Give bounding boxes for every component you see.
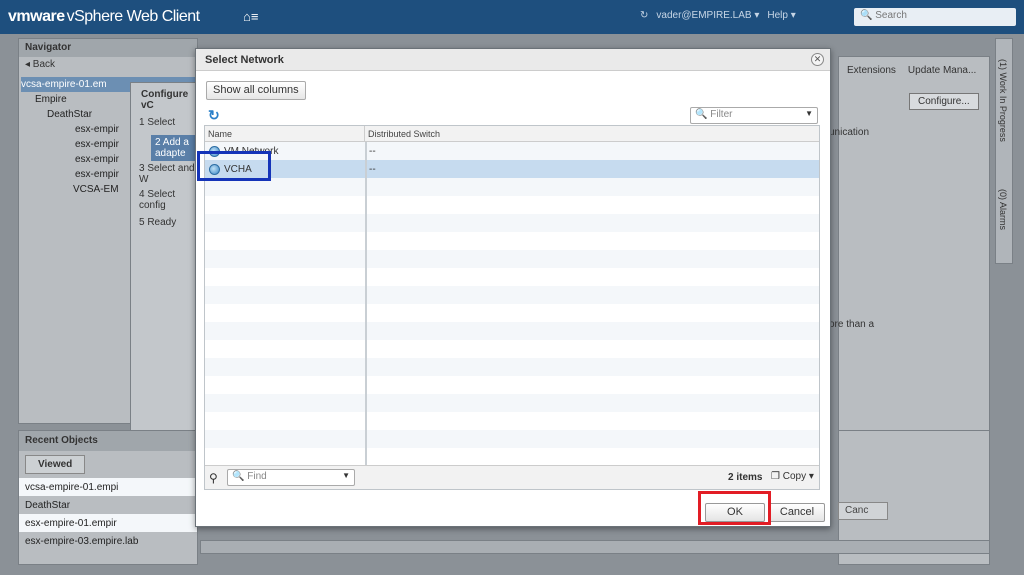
work-in-progress-tab[interactable]: (1) Work In Progress — [998, 59, 1008, 142]
find-placeholder: Find — [247, 471, 267, 482]
highlight-box-ok — [698, 491, 771, 525]
chevron-down-icon[interactable]: ▼ — [805, 109, 813, 118]
wizard-title: Configure vC — [141, 89, 189, 111]
refresh-icon[interactable]: ↻ — [208, 107, 220, 124]
table-row-selected[interactable]: VCHA -- — [205, 160, 819, 178]
empty-row — [205, 178, 819, 196]
items-count: 2 items — [728, 472, 763, 483]
empty-row — [205, 268, 819, 286]
highlight-box-vcha — [197, 151, 271, 181]
back-button[interactable]: ◂ Back — [19, 57, 197, 73]
empty-row — [205, 340, 819, 358]
alarms-tab[interactable]: (0) Alarms — [998, 189, 1008, 230]
empty-row — [205, 430, 819, 448]
wizard-step: 1 Select — [139, 117, 176, 128]
copy-label: Copy ▾ — [782, 471, 814, 482]
background-cancel-button: Canc — [838, 502, 888, 520]
logo-product: vSphere Web Client — [66, 8, 201, 25]
search-icon: 🔍 — [695, 109, 708, 120]
column-header-switch[interactable]: Distributed Switch — [365, 126, 443, 141]
right-tabs: Extensions Update Mana... — [839, 57, 989, 84]
copy-icon: ❐ — [771, 471, 780, 482]
close-icon[interactable]: ✕ — [811, 53, 824, 66]
empty-row — [205, 394, 819, 412]
binoculars-icon[interactable]: ⚲ — [209, 471, 218, 485]
grid-footer: ⚲ 🔍 Find ▼ 2 items ❐ Copy ▾ — [205, 465, 819, 489]
wizard-step-current: 2 Add a adapte — [151, 135, 201, 161]
empty-row — [205, 232, 819, 250]
grid-body: VM Network -- VCHA -- — [205, 142, 819, 482]
tab-viewed[interactable]: Viewed — [25, 455, 86, 474]
configure-button[interactable]: Configure... — [909, 93, 979, 110]
filter-placeholder: Filter — [710, 109, 733, 120]
empty-row — [205, 196, 819, 214]
wizard-step: 3 Select and W — [139, 163, 195, 185]
recent-objects-panel: Recent Objects Viewed vcsa-empire-01.emp… — [18, 430, 198, 565]
background-scrollbar — [200, 540, 990, 554]
empty-row — [205, 448, 819, 466]
empty-row — [205, 214, 819, 232]
search-placeholder: Search — [875, 10, 907, 21]
user-menu[interactable]: vader@EMPIRE.LAB ▾ — [656, 10, 759, 21]
wizard-step: 5 Ready — [139, 217, 177, 228]
search-icon: 🔍 — [860, 10, 873, 21]
background-text: unication — [829, 127, 870, 138]
empty-row — [205, 322, 819, 340]
empty-row — [205, 286, 819, 304]
logo-vm: vmware — [8, 8, 65, 25]
chevron-down-icon[interactable]: ▼ — [342, 471, 350, 480]
side-strip: (1) Work In Progress (0) Alarms — [995, 38, 1013, 264]
table-row[interactable]: VM Network -- — [205, 142, 819, 160]
recent-objects-title: Recent Objects — [19, 431, 197, 451]
empty-row — [205, 376, 819, 394]
navigator-title: Navigator — [19, 39, 197, 57]
top-right-menu: ↻ vader@EMPIRE.LAB ▾ Help ▾ — [640, 10, 796, 21]
tab-extensions[interactable]: Extensions — [847, 65, 896, 76]
empty-row — [205, 412, 819, 430]
top-bar: vmware vSphere Web Client ⌂≡ ↻ vader@EMPI… — [0, 0, 1024, 34]
home-icon[interactable]: ⌂≡ — [243, 9, 258, 24]
vmware-logo: vmware vSphere Web Client — [8, 8, 200, 26]
copy-button[interactable]: ❐ Copy ▾ — [771, 471, 814, 482]
empty-row — [205, 358, 819, 376]
grid-header: Name Distributed Switch — [205, 126, 819, 142]
list-item[interactable]: vcsa-empire-01.empi — [19, 478, 197, 496]
help-menu[interactable]: Help ▾ — [767, 10, 795, 21]
empty-row — [205, 250, 819, 268]
column-resize-handle[interactable] — [365, 142, 367, 482]
list-item[interactable]: esx-empire-03.empire.lab — [19, 532, 197, 550]
search-icon: 🔍 — [232, 471, 245, 482]
cancel-button[interactable]: Cancel — [769, 503, 825, 522]
column-header-name[interactable]: Name — [205, 126, 365, 141]
tab-update-manager[interactable]: Update Mana... — [908, 65, 976, 76]
wizard-step: 4 Select config — [139, 189, 176, 211]
show-all-columns-button[interactable]: Show all columns — [206, 81, 306, 100]
filter-input[interactable]: 🔍 Filter ▼ — [690, 107, 818, 124]
network-grid: Name Distributed Switch VM Network -- VC… — [204, 125, 820, 490]
refresh-icon[interactable]: ↻ — [640, 10, 648, 21]
dialog-title: Select Network — [196, 49, 830, 71]
search-input[interactable]: 🔍 Search — [854, 8, 1016, 26]
select-network-dialog: Select Network ✕ Show all columns ↻ 🔍 Fi… — [195, 48, 831, 527]
empty-row — [205, 304, 819, 322]
right-panel: Extensions Update Mana... Configure... u… — [829, 56, 990, 432]
find-input[interactable]: 🔍 Find ▼ — [227, 469, 355, 486]
list-item[interactable]: esx-empire-01.empir — [19, 514, 197, 532]
list-item[interactable]: DeathStar — [19, 496, 197, 514]
background-text: ore than a — [829, 319, 875, 330]
